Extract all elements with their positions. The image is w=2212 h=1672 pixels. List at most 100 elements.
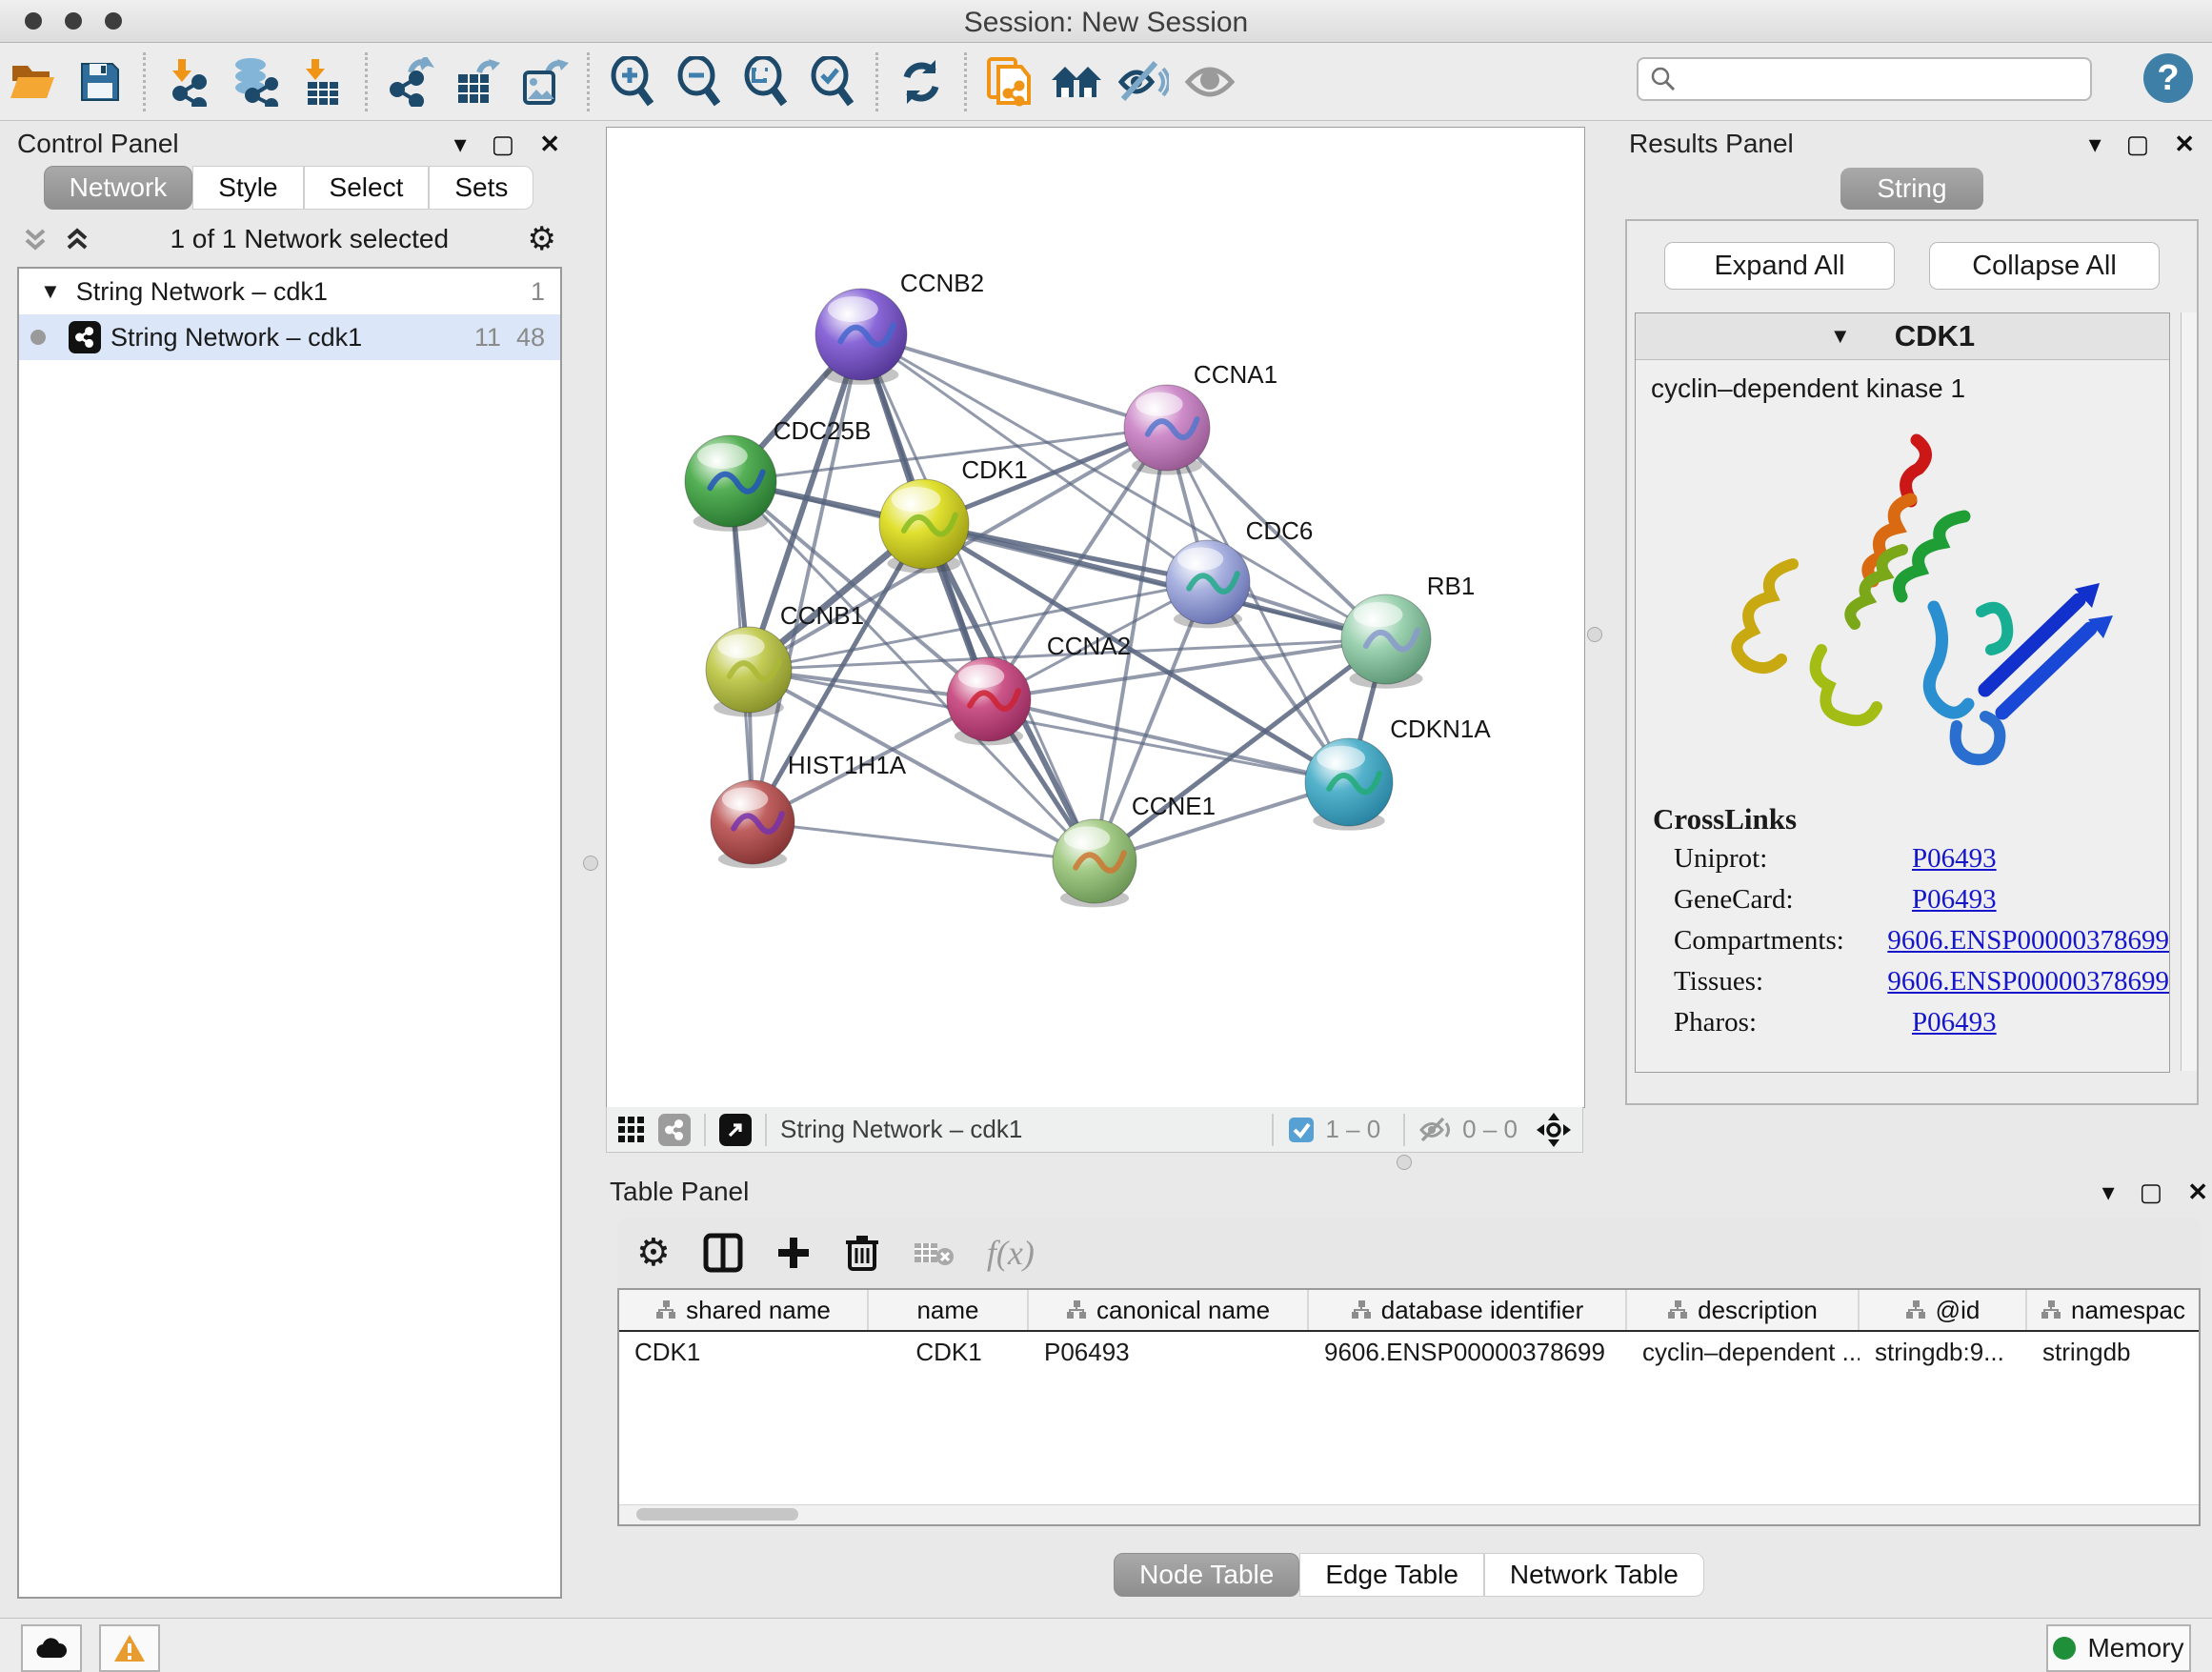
- import-network-from-database-icon[interactable]: [228, 54, 283, 110]
- detach-view-icon[interactable]: [719, 1114, 752, 1146]
- crosslink-link[interactable]: 9606.ENSP00000378699: [1887, 925, 2169, 957]
- crosslink-link[interactable]: P06493: [1912, 884, 1997, 916]
- table-panel-maximize-icon[interactable]: ▢: [2140, 1178, 2163, 1207]
- selected-nodes-checkbox-icon[interactable]: [1287, 1116, 1316, 1144]
- results-scrollbar[interactable]: [2181, 312, 2197, 1071]
- function-builder-icon[interactable]: f(x): [987, 1233, 1035, 1273]
- collection-expander-icon[interactable]: ▼: [40, 279, 61, 304]
- panel-splitter-handle[interactable]: [1587, 627, 1602, 642]
- node-label-rb1: RB1: [1427, 572, 1476, 600]
- scrollbar-thumb[interactable]: [636, 1508, 798, 1521]
- import-table-icon[interactable]: [294, 54, 350, 110]
- network-edge[interactable]: [989, 699, 1349, 782]
- control-panel-maximize-icon[interactable]: ▢: [492, 130, 515, 159]
- tab-network[interactable]: Network: [44, 166, 193, 210]
- node-gloss: [1354, 602, 1403, 627]
- column-header[interactable]: @id: [1860, 1290, 2027, 1330]
- control-panel-float-icon[interactable]: ▾: [454, 130, 467, 159]
- zoom-selected-icon[interactable]: [805, 54, 860, 110]
- zoom-fit-icon[interactable]: [738, 54, 794, 110]
- network-edge[interactable]: [861, 334, 1095, 861]
- search-box[interactable]: [1637, 57, 2092, 101]
- column-header[interactable]: shared name: [619, 1290, 869, 1330]
- crosslink-label: Pharos:: [1674, 1007, 1912, 1038]
- search-icon: [1650, 66, 1677, 92]
- help-button[interactable]: ?: [2143, 53, 2193, 103]
- expand-all-networks-icon[interactable]: [63, 225, 91, 253]
- toolbar-separator: [365, 52, 368, 111]
- network-collection-row[interactable]: ▼ String Network – cdk1 1: [19, 269, 560, 314]
- crosslink-link[interactable]: 9606.ENSP00000378699: [1887, 966, 2169, 997]
- table-panel-close-icon[interactable]: ✕: [2187, 1178, 2208, 1207]
- results-panel-maximize-icon[interactable]: ▢: [2126, 130, 2150, 159]
- control-panel-close-icon[interactable]: ✕: [539, 130, 560, 159]
- table-settings-gear-icon[interactable]: ⚙: [636, 1231, 671, 1275]
- network-type-badge-icon[interactable]: [658, 1114, 691, 1146]
- zoom-out-icon[interactable]: [672, 54, 727, 110]
- collapse-all-button[interactable]: Collapse All: [1929, 242, 2160, 290]
- tab-style[interactable]: Style: [192, 166, 303, 210]
- panel-splitter-handle[interactable]: [1397, 1155, 1412, 1170]
- delete-table-icon[interactable]: [913, 1238, 955, 1268]
- refresh-icon[interactable]: [894, 54, 949, 110]
- tab-edge-table[interactable]: Edge Table: [1299, 1553, 1484, 1597]
- birds-eye-view-icon[interactable]: [1535, 1111, 1573, 1149]
- node-label-hist1h1a: HIST1H1A: [788, 751, 907, 779]
- table-row[interactable]: CDK1 CDK1 P06493 9606.ENSP00000378699 cy…: [619, 1332, 2199, 1372]
- string-results-box: Expand All Collapse All ▼ CDK1 cyclin–de…: [1625, 219, 2199, 1105]
- column-header[interactable]: database identifier: [1309, 1290, 1627, 1330]
- import-network-icon[interactable]: [161, 54, 216, 110]
- results-panel-float-icon[interactable]: ▾: [2089, 130, 2101, 159]
- network-edge-count: 48: [516, 323, 545, 353]
- crosslink-link[interactable]: P06493: [1912, 843, 1997, 875]
- grid-view-icon[interactable]: [616, 1115, 647, 1145]
- entry-name: CDK1: [1895, 319, 1975, 353]
- export-network-icon[interactable]: [383, 54, 438, 110]
- crosslink-link[interactable]: P06493: [1912, 1007, 1997, 1038]
- panel-splitter-handle[interactable]: [583, 856, 598, 871]
- search-input[interactable]: [1677, 64, 2061, 95]
- home-layout-icon[interactable]: [1049, 54, 1104, 110]
- show-columns-icon[interactable]: [703, 1233, 743, 1273]
- column-header[interactable]: description: [1627, 1290, 1860, 1330]
- column-header[interactable]: name: [869, 1290, 1029, 1330]
- network-row[interactable]: String Network – cdk1 11 48: [19, 314, 560, 360]
- network-options-gear-icon[interactable]: ⚙: [528, 220, 556, 258]
- network-edge[interactable]: [861, 334, 1167, 428]
- duplicate-network-icon[interactable]: [982, 54, 1037, 110]
- table-horizontal-scrollbar[interactable]: [619, 1504, 2199, 1524]
- entry-expander-icon[interactable]: ▼: [1830, 324, 1851, 349]
- zoom-in-icon[interactable]: [605, 54, 660, 110]
- warning-button[interactable]: [99, 1624, 160, 1672]
- node-label-ccnb2: CCNB2: [900, 269, 984, 297]
- network-canvas[interactable]: CCNB2CCNA1CDC25BCDK1CDC6RB1CCNB1CCNA2CDK…: [606, 127, 1585, 1108]
- node-gloss: [717, 635, 765, 658]
- add-column-icon[interactable]: [775, 1235, 812, 1271]
- collapse-all-networks-icon[interactable]: [21, 225, 50, 253]
- toolbar-separator: [587, 52, 590, 111]
- export-image-icon[interactable]: [516, 54, 572, 110]
- network-type-icon: [69, 321, 101, 353]
- export-table-icon[interactable]: [450, 54, 505, 110]
- delete-column-icon[interactable]: [844, 1233, 880, 1273]
- network-edge[interactable]: [753, 822, 1095, 861]
- open-session-icon[interactable]: [6, 54, 61, 110]
- expand-all-button[interactable]: Expand All: [1664, 242, 1895, 290]
- results-panel-close-icon[interactable]: ✕: [2174, 130, 2195, 159]
- column-header[interactable]: canonical name: [1029, 1290, 1309, 1330]
- show-all-icon[interactable]: [1182, 54, 1237, 110]
- crosslink-label: GeneCard:: [1674, 884, 1912, 916]
- table-panel-float-icon[interactable]: ▾: [2102, 1178, 2115, 1207]
- hide-selected-icon[interactable]: [1116, 54, 1171, 110]
- cloud-button[interactable]: [21, 1624, 82, 1672]
- toolbar-separator: [1272, 1114, 1274, 1146]
- column-header[interactable]: namespac: [2027, 1290, 2199, 1330]
- tab-sets[interactable]: Sets: [429, 166, 533, 210]
- save-session-icon[interactable]: [72, 54, 128, 110]
- hidden-eye-icon[interactable]: [1418, 1116, 1453, 1144]
- tab-select[interactable]: Select: [304, 166, 430, 210]
- tab-network-table[interactable]: Network Table: [1484, 1553, 1704, 1597]
- memory-button[interactable]: Memory: [2046, 1624, 2191, 1672]
- tab-string[interactable]: String: [1840, 168, 1983, 210]
- tab-node-table[interactable]: Node Table: [1114, 1553, 1299, 1597]
